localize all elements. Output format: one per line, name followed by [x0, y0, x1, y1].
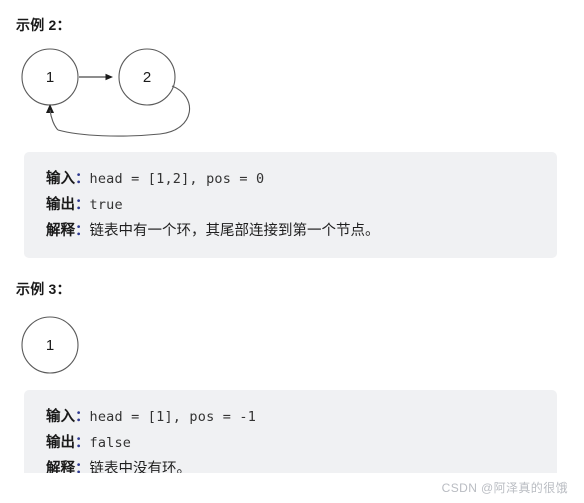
diagram-single-node-no-cycle: 1 [0, 305, 120, 385]
code-line-input: 输入：head = [1,2], pos = 0 [46, 166, 557, 192]
node-label-1: 1 [46, 337, 54, 354]
section-heading-example-3: 示例 3： [16, 281, 71, 297]
output-value: true [89, 197, 123, 213]
code-line-explain: 解释：链表中有一个环，其尾部连接到第一个节点。 [46, 218, 557, 244]
document-page: 示例 2： 1 2 输入：head = [1,2], pos = 0 输出：tr… [0, 0, 584, 503]
output-label: 输出 [46, 197, 75, 213]
code-line-output: 输出：false [46, 430, 557, 456]
input-colon: ： [75, 409, 90, 425]
output-colon: ： [75, 197, 90, 213]
output-colon: ： [75, 435, 90, 451]
input-label: 输入 [46, 171, 75, 187]
cycle-diagram-svg: 1 2 [21, 48, 190, 137]
explain-label: 解释 [46, 223, 75, 239]
watermark-bar: CSDN @阿泽真的很饿 [0, 473, 584, 503]
node-label-2: 2 [143, 69, 151, 86]
output-value: false [89, 435, 132, 451]
code-line-input: 输入：head = [1], pos = -1 [46, 404, 557, 430]
explain-colon: ： [75, 223, 90, 239]
input-value: head = [1], pos = -1 [89, 409, 257, 425]
csdn-watermark: CSDN @阿泽真的很饿 [441, 481, 568, 495]
output-label: 输出 [46, 435, 75, 451]
input-label: 输入 [46, 409, 75, 425]
explain-value: 链表中有一个环，其尾部连接到第一个节点。 [89, 223, 380, 239]
input-value: head = [1,2], pos = 0 [89, 171, 265, 187]
code-block-example-2: 输入：head = [1,2], pos = 0 输出：true 解释：链表中有… [24, 152, 557, 258]
diagram-linked-list-with-cycle: 1 2 [0, 38, 230, 148]
section-heading-example-2: 示例 2： [16, 17, 71, 33]
input-colon: ： [75, 171, 90, 187]
single-node-diagram-svg: 1 [21, 316, 79, 374]
code-line-output: 输出：true [46, 192, 557, 218]
node-label-1: 1 [46, 69, 54, 86]
